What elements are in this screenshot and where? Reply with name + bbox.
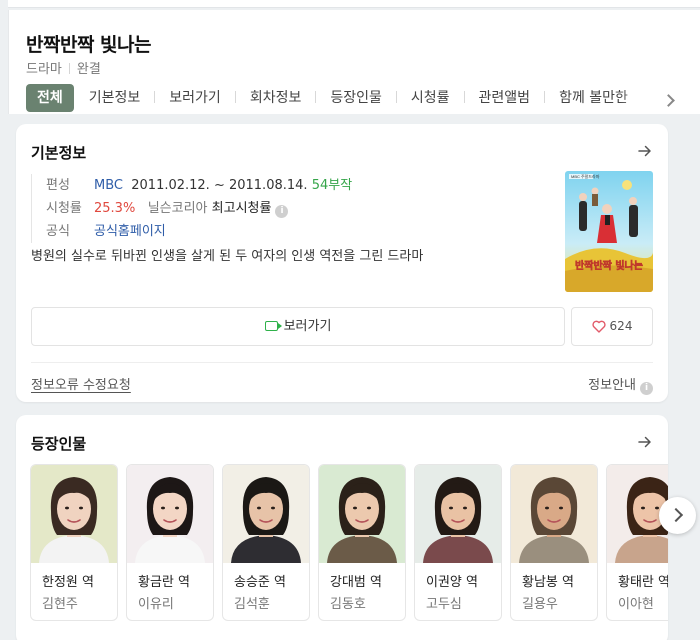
- cast-member-card[interactable]: 황태란 역이아현: [606, 464, 668, 621]
- svg-text:반짝반짝 빛나는: 반짝반짝 빛나는: [575, 259, 643, 272]
- rating-note: 최고시청률: [211, 201, 272, 216]
- video-play-icon: [264, 321, 282, 331]
- rating-source: 닐슨코리아: [147, 201, 208, 216]
- rating-info-icon[interactable]: i: [275, 205, 289, 218]
- cast-list: 한정원 역 김현주 황금란 역 이유리 송승준 역 김석훈 강대범 역 김동호 이권양 역 고두심…: [30, 464, 668, 624]
- channel-link[interactable]: MBC: [94, 178, 123, 193]
- svg-text:MBC 주말드라마: MBC 주말드라마: [571, 173, 600, 179]
- cast-member-card[interactable]: 이권양 역고두심: [414, 464, 502, 621]
- basic-info-title: 기본정보: [31, 144, 87, 162]
- heart-icon: [591, 320, 606, 333]
- tab-watch[interactable]: 보러가기: [169, 84, 221, 112]
- rating-row: 시청률 25.3% 닐슨코리아 최고시청률 i: [46, 197, 352, 220]
- info-guide[interactable]: 정보안내 i: [588, 374, 653, 395]
- cast-member-card[interactable]: 한정원 역김현주: [30, 464, 118, 621]
- basic-info-card: 기본정보 편성 MBC 2011.02.12. ~ 2011.08.14. 54부…: [16, 124, 668, 402]
- cast-photo: [127, 465, 213, 563]
- info-table: 편성 MBC 2011.02.12. ~ 2011.08.14. 54부작 시청률…: [31, 174, 352, 243]
- info-guide-label: 정보안내: [588, 378, 636, 393]
- top-strip: [8, 0, 700, 8]
- cast-actor-name: 이유리: [138, 597, 174, 612]
- page-title: 반짝반짝 빛나는: [26, 34, 151, 56]
- cast-title: 등장인물: [31, 435, 87, 453]
- official-row: 공식 공식홈페이지: [46, 220, 352, 243]
- cast-photo: [511, 465, 597, 563]
- card-divider: [31, 362, 653, 363]
- cast-photo: [223, 465, 309, 563]
- watch-button[interactable]: 보러가기: [31, 307, 565, 346]
- broadcast-row: 편성 MBC 2011.02.12. ~ 2011.08.14. 54부작: [46, 174, 352, 197]
- tab-albums[interactable]: 관련앨범: [479, 84, 531, 112]
- cast-actor-name: 이아현: [618, 597, 654, 612]
- cast-role: 한정원 역: [42, 575, 94, 590]
- tab-similar[interactable]: 함께 볼만한: [559, 84, 628, 112]
- cast-arrow-icon[interactable]: [638, 435, 652, 449]
- cast-role: 황남봉 역: [522, 575, 574, 590]
- cast-actor-name: 길용우: [522, 597, 558, 612]
- cast-member-card[interactable]: 송승준 역김석훈: [222, 464, 310, 621]
- tab-all[interactable]: 전체: [26, 84, 74, 112]
- cast-photo: [319, 465, 405, 563]
- report-error-link[interactable]: 정보오류 수정요청: [31, 374, 131, 393]
- cast-member-card[interactable]: 황남봉 역길용우: [510, 464, 598, 621]
- cast-role: 강대범 역: [330, 575, 382, 590]
- cast-role: 황태란 역: [618, 575, 668, 590]
- episode-count: 54부작: [311, 178, 353, 193]
- official-homepage-link[interactable]: 공식홈페이지: [94, 224, 166, 239]
- cast-next-button[interactable]: [659, 497, 696, 534]
- cast-role: 송승준 역: [234, 575, 286, 590]
- tab-bar: 전체 기본정보 보러가기 회차정보 등장인물 시청률 관련앨범 함께 볼만한: [26, 84, 676, 112]
- tab-ratings[interactable]: 시청률: [411, 84, 450, 112]
- rating-label: 시청률: [46, 201, 82, 216]
- tab-episodes[interactable]: 회차정보: [250, 84, 302, 112]
- rating-value: 25.3%: [94, 201, 136, 216]
- meta-divider: [68, 63, 70, 74]
- description: 병원의 실수로 뒤바뀐 인생을 살게 된 두 여자의 인생 역전을 그린 드라마: [31, 249, 424, 264]
- tab-basic-info[interactable]: 기본정보: [89, 84, 141, 112]
- tab-cast[interactable]: 등장인물: [330, 84, 382, 112]
- official-label: 공식: [46, 224, 70, 239]
- cast-photo: [415, 465, 501, 563]
- cast-card: 등장인물 한정원 역 김현주 황금란 역 이유리 송승준 역 김석훈 강대범 역 김동호 이권양…: [16, 415, 668, 640]
- cast-actor-name: 고두심: [426, 597, 462, 612]
- broadcast-period: 2011.02.12. ~ 2011.08.14.: [131, 178, 308, 193]
- cast-actor-name: 김석훈: [234, 597, 270, 612]
- broadcast-label: 편성: [46, 178, 70, 193]
- basic-info-arrow-icon[interactable]: [638, 144, 652, 158]
- tabs-fade: [619, 84, 669, 112]
- drama-header: 반짝반짝 빛나는 드라마 완결 전체 기본정보 보러가기 회차정보 등장인물 시청률 관련앨범…: [8, 10, 700, 114]
- cast-role: 황금란 역: [138, 575, 190, 590]
- genre-label: 드라마: [26, 62, 62, 77]
- cast-member-card[interactable]: 황금란 역이유리: [126, 464, 214, 621]
- like-count: 624: [609, 319, 633, 333]
- like-button[interactable]: 624: [571, 307, 653, 346]
- drama-meta: 드라마 완결: [26, 58, 101, 77]
- cast-role: 이권양 역: [426, 575, 478, 590]
- status-label: 완결: [76, 62, 101, 77]
- cast-actor-name: 김현주: [42, 597, 78, 612]
- drama-poster[interactable]: MBC 주말드라마 반짝반짝 빛나는: [565, 171, 653, 292]
- watch-label: 보러가기: [283, 319, 332, 334]
- cast-photo: [31, 465, 117, 563]
- cast-actor-name: 김동호: [330, 597, 366, 612]
- cast-member-card[interactable]: 강대범 역김동호: [318, 464, 406, 621]
- info-guide-icon: i: [640, 382, 653, 395]
